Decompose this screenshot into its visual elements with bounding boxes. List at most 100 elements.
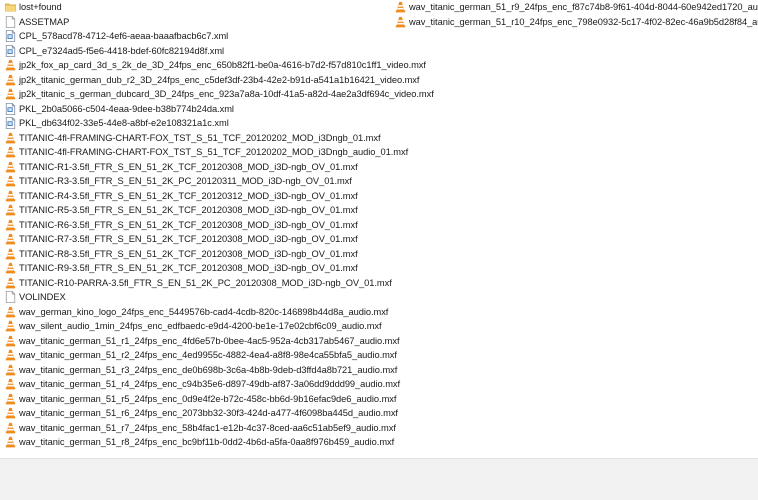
file-item[interactable]: TITANIC-R4-3.5fl_FTR_S_EN_51_2K_TCF_2012… [5, 189, 390, 204]
file-name: wav_titanic_german_51_r8_24fps_enc_bc9bf… [19, 437, 395, 448]
file-name: TITANIC-R5-3.5fl_FTR_S_EN_51_2K_TCF_2012… [19, 205, 358, 216]
file-name: TITANIC-R4-3.5fl_FTR_S_EN_51_2K_TCF_2012… [19, 190, 358, 201]
file-item[interactable]: wav_titanic_german_51_r8_24fps_enc_bc9bf… [5, 435, 394, 450]
file-list-pane[interactable]: lost+found ASSETMAP CPL_578acd78-4712-4ef6… [0, 0, 758, 458]
file-name: jp2k_fox_ap_card_3d_s_2k_de_3D_24fps_enc… [19, 60, 426, 71]
file-item[interactable]: TITANIC-R7-3.5fl_FTR_S_EN_51_2K_TCF_2012… [5, 232, 390, 247]
vlc-cone-icon [5, 335, 16, 347]
file-item[interactable]: wav_titanic_german_51_r10_24fps_enc_798e… [395, 15, 758, 30]
file-item[interactable]: TITANIC-4fl-FRAMING-CHART-FOX_TST_S_51_T… [5, 131, 390, 146]
file-item[interactable]: ASSETMAP [5, 15, 390, 30]
xml-file-icon [5, 30, 16, 43]
file-item[interactable]: PKL_2b0a5066-c504-4eaa-9dee-b38b774b24da… [5, 102, 390, 117]
vlc-cone-icon [5, 59, 16, 71]
file-item[interactable]: lost+found [5, 0, 390, 15]
file-name: TITANIC-4fl-FRAMING-CHART-FOX_TST_S_51_T… [19, 132, 381, 143]
vlc-cone-icon [5, 364, 16, 376]
file-name: wav_titanic_german_51_r3_24fps_enc_de0b6… [19, 364, 398, 375]
vlc-cone-icon [5, 349, 16, 361]
vlc-cone-icon [5, 132, 16, 144]
xml-file-icon [5, 102, 16, 115]
file-item[interactable]: wav_titanic_german_51_r2_24fps_enc_4ed99… [5, 348, 397, 363]
file-item[interactable]: jp2k_fox_ap_card_3d_s_2k_de_3D_24fps_enc… [5, 58, 426, 73]
file-item[interactable]: wav_titanic_german_51_r1_24fps_enc_4fd6e… [5, 334, 400, 349]
file-item[interactable]: VOLINDEX [5, 290, 390, 305]
file-item[interactable]: CPL_578acd78-4712-4ef6-aeaa-baaafbacb6c7… [5, 29, 390, 44]
file-item[interactable]: PKL_db634f02-33e5-44e8-a8bf-e2e108321a1c… [5, 116, 390, 131]
file-item[interactable]: TITANIC-R3-3.5fl_FTR_S_EN_51_2K_PC_20120… [5, 174, 390, 189]
file-item[interactable]: wav_silent_audio_1min_24fps_enc_edfbaedc… [5, 319, 390, 334]
xml-file-icon [5, 44, 16, 57]
file-item[interactable]: wav_titanic_german_51_r4_24fps_enc_c94b3… [5, 377, 400, 392]
xml-file-icon [5, 117, 16, 130]
vlc-cone-icon [5, 161, 16, 173]
file-item[interactable]: jp2k_titanic_german_dub_r2_3D_24fps_enc_… [5, 73, 419, 88]
vlc-cone-icon [5, 277, 16, 289]
file-name: TITANIC-R1-3.5fl_FTR_S_EN_51_2K_TCF_2012… [19, 161, 358, 172]
vlc-cone-icon [5, 262, 16, 274]
file-item[interactable]: CPL_e7324ad5-f5e6-4418-bdef-60fc82194d8f… [5, 44, 390, 59]
file-item[interactable]: wav_german_kino_logo_24fps_enc_5449576b-… [5, 305, 390, 320]
vlc-cone-icon [5, 320, 16, 332]
vlc-cone-icon [5, 248, 16, 260]
blank-file-icon [5, 15, 16, 28]
blank-file-icon [5, 291, 16, 304]
file-name: PKL_2b0a5066-c504-4eaa-9dee-b38b774b24da… [19, 103, 234, 114]
file-name: CPL_578acd78-4712-4ef6-aeaa-baaafbacb6c7… [19, 31, 229, 42]
file-item[interactable]: wav_titanic_german_51_r7_24fps_enc_58b4f… [5, 421, 396, 436]
vlc-cone-icon [5, 88, 16, 100]
file-name: TITANIC-R10-PARRA-3.5fl_FTR_S_EN_51_2K_P… [19, 277, 392, 288]
file-item[interactable]: wav_titanic_german_51_r5_24fps_enc_0d9e4… [5, 392, 396, 407]
file-name: CPL_e7324ad5-f5e6-4418-bdef-60fc82194d8f… [19, 45, 225, 56]
file-name: wav_titanic_german_51_r4_24fps_enc_c94b3… [19, 379, 401, 390]
vlc-cone-icon [5, 74, 16, 86]
file-name: wav_titanic_german_51_r5_24fps_enc_0d9e4… [19, 393, 397, 404]
file-name: wav_german_kino_logo_24fps_enc_5449576b-… [19, 306, 389, 317]
vlc-cone-icon [5, 219, 16, 231]
file-item[interactable]: TITANIC-R1-3.5fl_FTR_S_EN_51_2K_TCF_2012… [5, 160, 390, 175]
file-item[interactable]: TITANIC-R8-3.5fl_FTR_S_EN_51_2K_TCF_2012… [5, 247, 390, 262]
file-item[interactable]: wav_titanic_german_51_r9_24fps_enc_f87c7… [395, 0, 758, 15]
file-name: wav_titanic_german_51_r7_24fps_enc_58b4f… [19, 422, 396, 433]
vlc-cone-icon [5, 422, 16, 434]
file-name: jp2k_titanic_german_dub_r2_3D_24fps_enc_… [19, 74, 420, 85]
vlc-cone-icon [5, 407, 16, 419]
file-list-column-1: lost+found ASSETMAP CPL_578acd78-4712-4ef6… [5, 0, 434, 450]
file-name: TITANIC-R9-3.5fl_FTR_S_EN_51_2K_TCF_2012… [19, 263, 358, 274]
file-name: wav_titanic_german_51_r10_24fps_enc_798e… [409, 16, 758, 27]
file-list-column-2: wav_titanic_german_51_r9_24fps_enc_f87c7… [395, 0, 758, 29]
file-item[interactable]: jp2k_titanic_s_german_dubcard_3D_24fps_e… [5, 87, 434, 102]
file-name: lost+found [19, 2, 62, 13]
vlc-cone-icon [5, 204, 16, 216]
file-name: TITANIC-R7-3.5fl_FTR_S_EN_51_2K_TCF_2012… [19, 234, 358, 245]
vlc-cone-icon [5, 306, 16, 318]
vlc-cone-icon [395, 16, 406, 28]
file-item[interactable]: TITANIC-R9-3.5fl_FTR_S_EN_51_2K_TCF_2012… [5, 261, 390, 276]
vlc-cone-icon [5, 233, 16, 245]
vlc-cone-icon [5, 190, 16, 202]
file-name: VOLINDEX [19, 292, 66, 303]
file-name: wav_titanic_german_51_r9_24fps_enc_f87c7… [409, 2, 758, 13]
vlc-cone-icon [5, 436, 16, 448]
file-name: TITANIC-R8-3.5fl_FTR_S_EN_51_2K_TCF_2012… [19, 248, 358, 259]
file-name: TITANIC-R6-3.5fl_FTR_S_EN_51_2K_TCF_2012… [19, 219, 358, 230]
file-item[interactable]: TITANIC-4fl-FRAMING-CHART-FOX_TST_S_51_T… [5, 145, 408, 160]
file-item[interactable]: wav_titanic_german_51_r3_24fps_enc_de0b6… [5, 363, 397, 378]
file-name: TITANIC-R3-3.5fl_FTR_S_EN_51_2K_PC_20120… [19, 176, 352, 187]
vlc-cone-icon [5, 175, 16, 187]
file-name: wav_titanic_german_51_r2_24fps_enc_4ed99… [19, 350, 397, 361]
vlc-cone-icon [5, 146, 16, 158]
file-name: jp2k_titanic_s_german_dubcard_3D_24fps_e… [19, 89, 434, 100]
file-name: PKL_db634f02-33e5-44e8-a8bf-e2e108321a1c… [19, 118, 229, 129]
file-item[interactable]: TITANIC-R10-PARRA-3.5fl_FTR_S_EN_51_2K_P… [5, 276, 392, 291]
status-bar [0, 458, 758, 500]
folder-icon [5, 1, 16, 13]
file-name: wav_titanic_german_51_r6_24fps_enc_2073b… [19, 408, 398, 419]
file-item[interactable]: TITANIC-R5-3.5fl_FTR_S_EN_51_2K_TCF_2012… [5, 203, 390, 218]
file-name: TITANIC-4fl-FRAMING-CHART-FOX_TST_S_51_T… [19, 147, 409, 158]
file-item[interactable]: TITANIC-R6-3.5fl_FTR_S_EN_51_2K_TCF_2012… [5, 218, 390, 233]
file-name: wav_silent_audio_1min_24fps_enc_edfbaedc… [19, 321, 382, 332]
file-item[interactable]: wav_titanic_german_51_r6_24fps_enc_2073b… [5, 406, 398, 421]
vlc-cone-icon [395, 1, 406, 13]
file-name: wav_titanic_german_51_r1_24fps_enc_4fd6e… [19, 335, 400, 346]
